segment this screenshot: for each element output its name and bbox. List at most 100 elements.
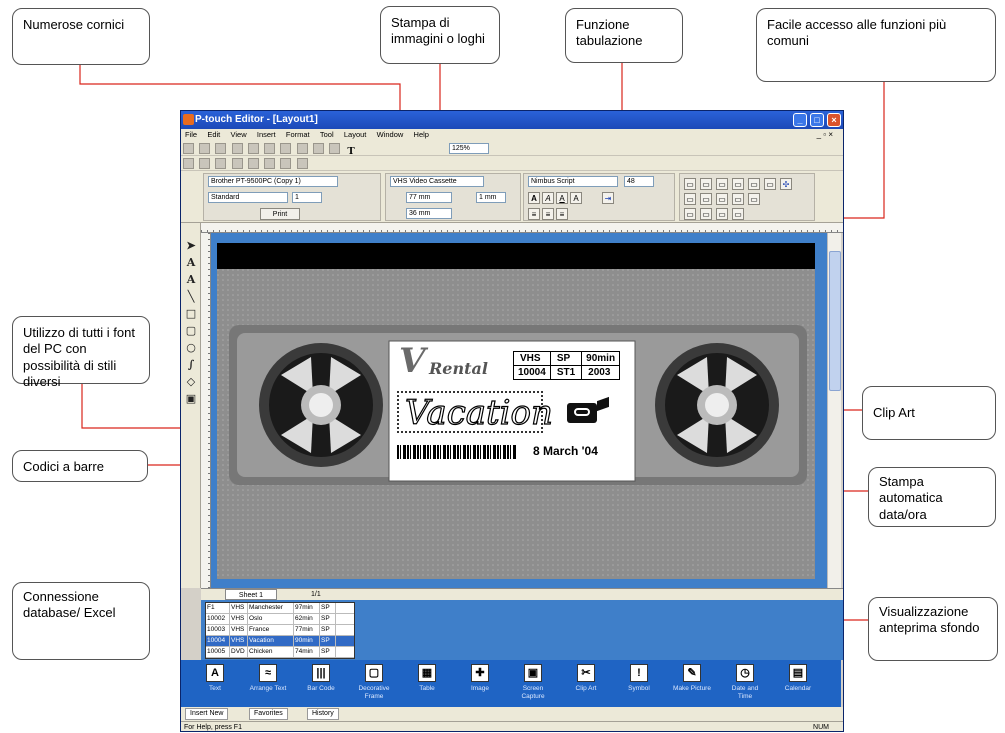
mdi-controls[interactable]: _ ▫ × (813, 129, 837, 141)
rounded-rect-tool-icon[interactable]: ▢ (184, 324, 198, 338)
layout-icon-5[interactable]: ▭ (748, 178, 760, 190)
menu-layout[interactable]: Layout (340, 129, 371, 141)
menu-insert[interactable]: Insert (253, 129, 280, 141)
layout-icon-6[interactable]: ▭ (764, 178, 776, 190)
tab-insert-new[interactable]: Insert New (185, 708, 229, 720)
gallery-item-make-picture[interactable]: ✎ Make Picture (672, 664, 712, 704)
layout-icon-7[interactable]: ✣ (780, 178, 792, 190)
preview-icon[interactable] (247, 143, 259, 154)
gallery-item-text[interactable]: A Text (195, 664, 235, 704)
align-center-icon[interactable] (199, 158, 211, 169)
align-left-icon[interactable] (183, 158, 194, 169)
database-table[interactable]: F1 VHS Manchester 97min SP 10002 VHS Oslo 62min S… (205, 602, 355, 659)
underline-icon[interactable]: A (556, 192, 568, 204)
width-field[interactable]: 77 mm (406, 192, 452, 203)
rectangle-tool-icon[interactable]: □ (184, 307, 198, 321)
menu-tool[interactable]: Tool (316, 129, 338, 141)
tab-table[interactable]: VHS SP 90min 10004 ST1 2003 (513, 351, 621, 380)
gallery-item-date-time[interactable]: ◷ Date and Time (725, 664, 765, 704)
height-field[interactable]: 36 mm (406, 208, 452, 219)
barcode[interactable] (397, 445, 517, 459)
layout-icon-2[interactable]: ▭ (700, 178, 712, 190)
layout-icon-4[interactable]: ▭ (732, 178, 744, 190)
undo-icon[interactable] (312, 143, 324, 154)
tab-function-icon[interactable]: ⇥ (602, 192, 614, 204)
layout-icon-13[interactable]: ▭ (684, 208, 696, 220)
layout-canvas[interactable]: V Rental VHS SP 90min 10004 ST1 2003 Vac… (211, 233, 827, 588)
layout-icon-14[interactable]: ▭ (700, 208, 712, 220)
margin-field[interactable]: 1 mm (476, 192, 506, 203)
gallery-item-table[interactable]: ▦ Table (407, 664, 447, 704)
ellipse-tool-icon[interactable]: ○ (184, 341, 198, 355)
table-row[interactable]: 10002 VHS Oslo 62min SP (206, 614, 354, 625)
bold-icon[interactable]: A (528, 192, 540, 204)
minimize-button[interactable]: _ (793, 113, 807, 127)
layout-icon-11[interactable]: ▭ (732, 193, 744, 205)
printer-select[interactable]: Brother PT-9500PC (Copy 1) (208, 176, 338, 187)
group-icon[interactable] (296, 158, 308, 169)
align-right-icon[interactable] (215, 158, 227, 169)
canvas-vertical-scrollbar[interactable] (827, 233, 841, 588)
copy-icon[interactable] (280, 143, 292, 154)
cut-icon[interactable] (264, 143, 276, 154)
table-row[interactable]: 10004 VHS Vacation 90min SP (206, 636, 354, 647)
scrollbar-thumb[interactable] (829, 251, 841, 391)
align-middle-icon[interactable] (247, 158, 259, 169)
layout-icon-8[interactable]: ▭ (684, 193, 696, 205)
new-icon[interactable] (183, 143, 194, 154)
copies-field[interactable]: 1 (292, 192, 322, 203)
font-select[interactable]: Nimbus Script (528, 176, 618, 187)
print-button[interactable]: Print (260, 208, 300, 220)
vertical-text-icon[interactable]: A (184, 273, 198, 287)
menu-file[interactable]: File (181, 129, 201, 141)
line-tool-icon[interactable]: ╲ (184, 290, 198, 304)
maximize-button[interactable]: □ (810, 113, 824, 127)
layout-icon-1[interactable]: ▭ (684, 178, 696, 190)
align-text-right-icon[interactable]: ≡ (556, 208, 568, 220)
gallery-item-image[interactable]: ✚ Image (460, 664, 500, 704)
gallery-item-arrange-text[interactable]: ≈ Arrange Text (248, 664, 288, 704)
layout-icon-9[interactable]: ▭ (700, 193, 712, 205)
tab-history[interactable]: History (307, 708, 339, 720)
gallery-item-screen-capture[interactable]: ▣ Screen Capture (513, 664, 553, 704)
redo-icon[interactable] (329, 143, 341, 154)
gallery-item-frame[interactable]: ▢ Decorative Frame (354, 664, 394, 704)
sheet-tab[interactable]: Sheet 1 (225, 589, 277, 600)
gallery-item-calendar[interactable]: ▤ Calendar (778, 664, 818, 704)
eraser-tool-icon[interactable]: ◇ (184, 375, 198, 389)
align-text-left-icon[interactable]: ≡ (528, 208, 540, 220)
zoom-select[interactable]: 125% (449, 143, 489, 154)
save-icon[interactable] (215, 143, 227, 154)
mode-select[interactable]: Standard (208, 192, 288, 203)
date-text[interactable]: 8 March '04 (533, 444, 598, 458)
logo-rental[interactable]: V Rental (399, 341, 499, 381)
table-row[interactable]: F1 VHS Manchester 97min SP (206, 603, 354, 614)
frame-tool-icon[interactable]: ▣ (184, 392, 198, 406)
menu-view[interactable]: View (227, 129, 251, 141)
text-tool-a-icon[interactable]: A (184, 256, 198, 270)
outline-icon[interactable]: A (570, 192, 582, 204)
align-text-center-icon[interactable]: ≡ (542, 208, 554, 220)
align-bottom-icon[interactable] (264, 158, 276, 169)
media-select[interactable]: VHS Video Cassette (390, 176, 484, 187)
italic-icon[interactable]: A (542, 192, 554, 204)
menu-help[interactable]: Help (410, 129, 433, 141)
layout-icon-3[interactable]: ▭ (716, 178, 728, 190)
layout-icon-12[interactable]: ▭ (748, 193, 760, 205)
gallery-item-symbol[interactable]: ! Symbol (619, 664, 659, 704)
print-icon[interactable] (231, 143, 243, 154)
layout-icon-16[interactable]: ▭ (732, 208, 744, 220)
layout-icon-15[interactable]: ▭ (716, 208, 728, 220)
gallery-item-clipart[interactable]: ✂ Clip Art (566, 664, 606, 704)
gallery-item-barcode[interactable]: ||| Bar Code (301, 664, 341, 704)
menu-edit[interactable]: Edit (203, 129, 224, 141)
tab-favorites[interactable]: Favorites (249, 708, 288, 720)
menu-window[interactable]: Window (373, 129, 408, 141)
distribute-icon[interactable] (280, 158, 292, 169)
select-arrow-icon[interactable]: ➤ (184, 239, 198, 253)
layout-icon-10[interactable]: ▭ (716, 193, 728, 205)
paste-icon[interactable] (296, 143, 308, 154)
table-row[interactable]: 10005 DVD Chicken 74min SP (206, 647, 354, 658)
freehand-tool-icon[interactable]: ∫ (184, 358, 198, 372)
camcorder-clipart-icon[interactable] (567, 396, 609, 425)
